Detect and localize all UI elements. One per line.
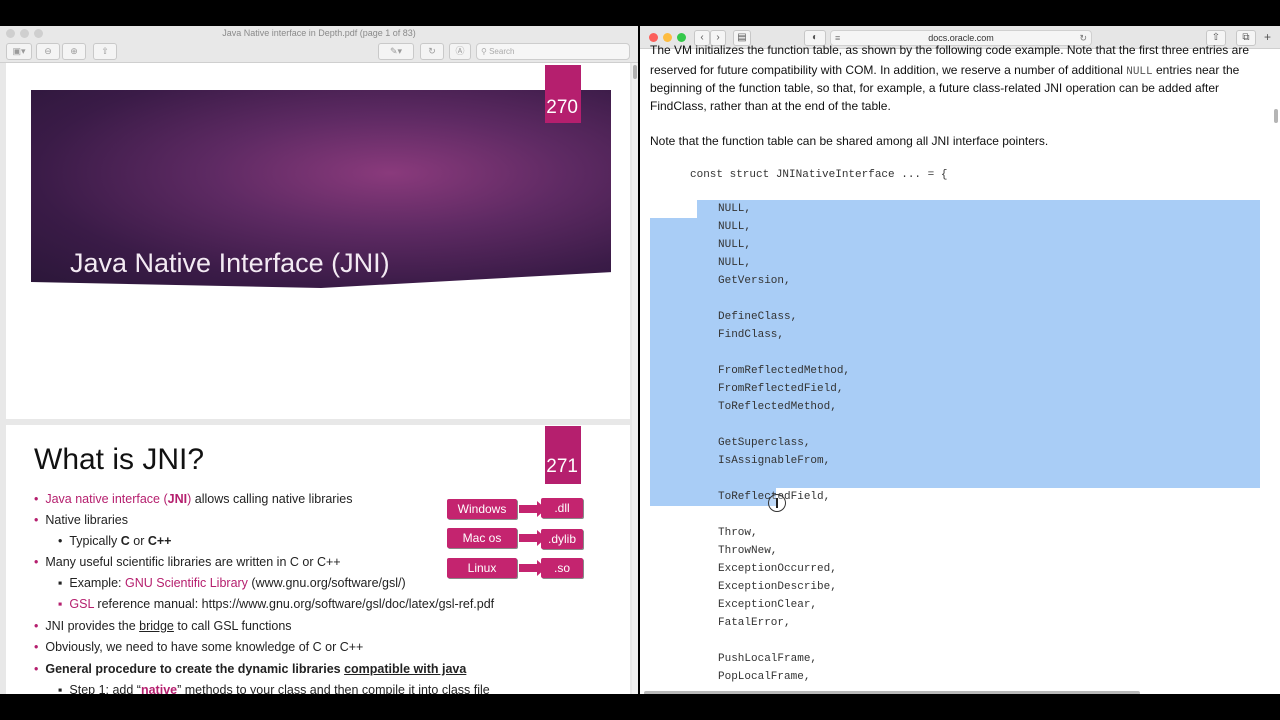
bullet-bridge: • JNI provides the bridge to call GSL fu… <box>34 619 292 633</box>
pdf-scrollbar[interactable] <box>632 63 638 694</box>
pdf-toolbar: ▣▾ ⊖ ⊕ ⇧ ✎▾ ↻ Ⓐ ⚲ Search <box>0 42 638 63</box>
paragraph-line: The VM initializes the function table, a… <box>650 43 1249 57</box>
web-scrollbar-thumb[interactable] <box>1274 109 1278 123</box>
code-line: ExceptionOccurred, <box>718 563 837 575</box>
close-window-button[interactable] <box>649 33 658 42</box>
bullet-knowledge: • Obviously, we need to have some knowle… <box>34 640 364 654</box>
pdf-search-field[interactable]: ⚲ Search <box>476 43 630 60</box>
sidebar-toggle-icon[interactable]: ▣▾ <box>6 43 32 60</box>
os-box-windows: Windows <box>447 499 517 519</box>
page-number-badge: 271 <box>545 426 581 484</box>
code-line: FromReflectedMethod, <box>718 365 851 377</box>
pdf-titlebar: Java Native interface in Depth.pdf (page… <box>0 26 638 42</box>
rotate-icon[interactable]: ↻ <box>420 43 444 60</box>
paragraph-line: reserved for future compatibility with C… <box>650 63 1240 78</box>
code-header: const struct JNINativeInterface ... = { <box>690 169 948 181</box>
ext-box-dll: .dll <box>541 498 583 518</box>
code-line: NULL, <box>718 221 752 233</box>
safari-window: ‹ › ▤ ◐ ≡ docs.oracle.com ↻ ⇧ ⧉ + The VM… <box>640 26 1280 694</box>
os-box-linux: Linux <box>447 558 517 578</box>
text-selection <box>697 200 1260 218</box>
code-line: FatalError, <box>718 617 791 629</box>
bullet-example-gsl: ▪ Example: GNU Scientific Library (www.g… <box>58 576 406 590</box>
gsl-link[interactable]: GNU Scientific Library <box>125 576 248 590</box>
code-line: ThrowNew, <box>718 545 778 557</box>
web-scrollbar[interactable] <box>1272 49 1280 689</box>
arrow-icon <box>519 530 546 546</box>
slide-title: Java Native Interface (JNI) <box>70 248 390 278</box>
page-number-badge: 270 <box>545 65 581 123</box>
web-page-content: The VM initializes the function table, a… <box>640 43 1280 694</box>
code-line: PopLocalFrame, <box>718 671 811 683</box>
code-line: GetVersion, <box>718 275 791 287</box>
bullet-gsl-manual: ▪ GSL reference manual: https://www.gnu.… <box>58 597 495 611</box>
slide-heading: What is JNI? <box>34 443 205 476</box>
pdf-document-area[interactable]: Java Native Interface (JNI) 270 271 What… <box>0 63 638 694</box>
share-icon[interactable]: ⇧ <box>93 43 117 60</box>
ext-box-dylib: .dylib <box>541 529 583 549</box>
zoom-out-icon[interactable]: ⊖ <box>36 43 60 60</box>
os-box-macos: Mac os <box>447 528 517 548</box>
bullet-step-1: ▪ Step 1: add “native” methods to your c… <box>58 683 490 694</box>
bullet-typically: • Typically C or C++ <box>58 534 172 548</box>
code-line: NULL, <box>718 239 752 251</box>
code-line: Throw, <box>718 527 758 539</box>
pdf-viewer-window: Java Native interface in Depth.pdf (page… <box>0 26 638 694</box>
code-line: IsAssignableFrom, <box>718 455 831 467</box>
address-text: docs.oracle.com <box>928 33 994 43</box>
ext-box-so: .so <box>541 558 583 578</box>
code-line: ToReflectedMethod, <box>718 401 837 413</box>
pdf-window-title: Java Native interface in Depth.pdf (page… <box>222 28 416 38</box>
code-line: ExceptionClear, <box>718 599 818 611</box>
paragraph-shared-table: Note that the function table can be shar… <box>650 134 1049 148</box>
markup-pen-icon[interactable]: ✎▾ <box>378 43 414 60</box>
bullet-general-procedure: • General procedure to create the dynami… <box>34 662 467 676</box>
code-line: GetSuperclass, <box>718 437 811 449</box>
bullet-scientific-libraries: • Many useful scientific libraries are w… <box>34 555 341 569</box>
code-line: PushLocalFrame, <box>718 653 818 665</box>
pdf-page-270: Java Native Interface (JNI) 270 <box>6 63 630 419</box>
annotate-icon[interactable]: Ⓐ <box>449 43 471 60</box>
pdf-page-271: 271 What is JNI? • Java native interface… <box>6 425 630 694</box>
zoom-in-icon[interactable]: ⊕ <box>62 43 86 60</box>
arrow-icon <box>519 560 546 576</box>
code-line: NULL, <box>718 203 752 215</box>
code-line: DefineClass, <box>718 311 798 323</box>
web-horizontal-scrollbar[interactable] <box>644 691 1140 694</box>
paragraph-line: FindClass, rather than at the end of the… <box>650 99 891 113</box>
code-line: FromReflectedField, <box>718 383 844 395</box>
paragraph-line: beginning of the function table, so that… <box>650 81 1220 95</box>
text-cursor-icon <box>768 494 786 512</box>
bullet-jni: • Java native interface (JNI) allows cal… <box>34 492 353 506</box>
pdf-scrollbar-thumb[interactable] <box>633 65 637 79</box>
search-placeholder: Search <box>489 47 515 56</box>
zoom-window-button[interactable] <box>677 33 686 42</box>
new-tab-icon[interactable]: + <box>1264 30 1271 44</box>
bullet-native-libraries: • Native libraries <box>34 513 129 527</box>
minimize-window-button[interactable] <box>663 33 672 42</box>
code-line: ExceptionDescribe, <box>718 581 837 593</box>
search-icon: ⚲ <box>481 47 487 56</box>
code-line: NULL, <box>718 257 752 269</box>
arrow-icon <box>519 501 546 517</box>
code-line: FindClass, <box>718 329 785 341</box>
